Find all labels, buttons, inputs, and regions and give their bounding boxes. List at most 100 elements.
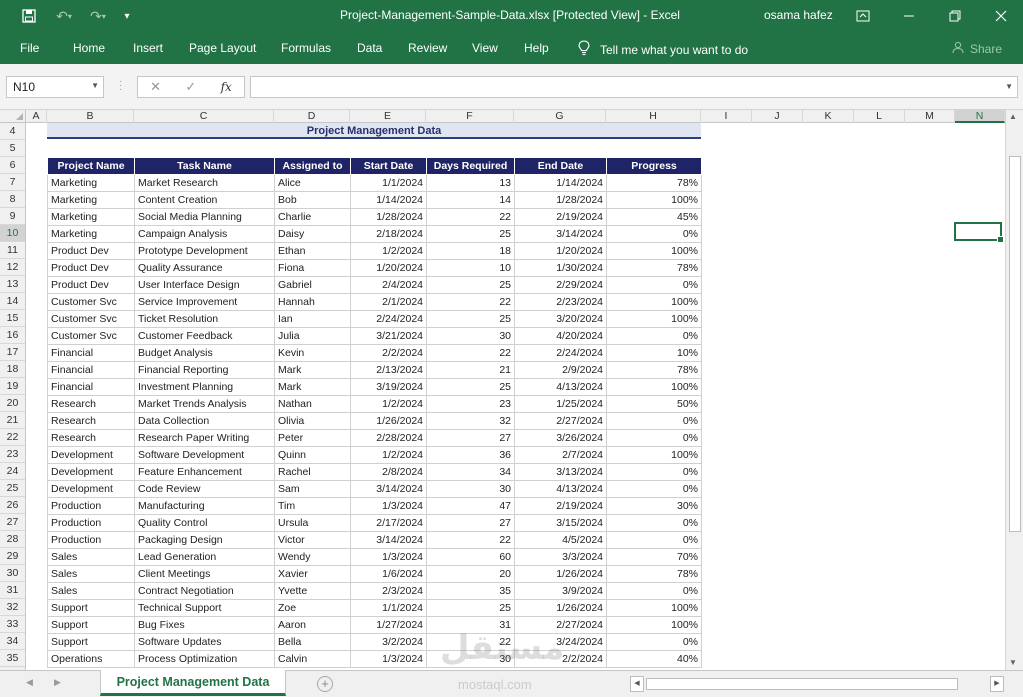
tell-me-box[interactable]: Tell me what you want to do [578,40,748,59]
progress-cell[interactable]: 78% [606,259,702,277]
vertical-scrollbar[interactable]: ▲ ▼ [1005,110,1023,670]
progress-cell[interactable]: 40% [606,650,702,668]
task-name-cell[interactable]: Market Trends Analysis [134,395,275,413]
assigned-to-cell[interactable]: Mark [274,378,351,396]
row-header[interactable]: 27 [0,514,25,531]
start-date-cell[interactable]: 1/3/2024 [350,497,427,515]
enter-icon[interactable]: ✓ [185,79,196,95]
sheet-tab-project-management-data[interactable]: Project Management Data [100,670,286,696]
start-date-cell[interactable]: 1/28/2024 [350,208,427,226]
days-required-cell[interactable]: 34 [426,463,515,481]
row-header[interactable]: 6 [0,157,25,174]
row-header[interactable]: 34 [0,633,25,650]
ribbon-display-options-icon[interactable] [840,0,886,32]
scroll-left-icon[interactable]: ◀ [630,676,644,692]
header-days-required[interactable]: Days Required [426,157,515,175]
task-name-cell[interactable]: Packaging Design [134,531,275,549]
progress-cell[interactable]: 0% [606,633,702,651]
start-date-cell[interactable]: 1/1/2024 [350,599,427,617]
end-date-cell[interactable]: 3/9/2024 [514,582,607,600]
project-name-cell[interactable]: Support [47,599,135,617]
row-header[interactable]: 12 [0,259,25,276]
task-name-cell[interactable]: Quality Assurance [134,259,275,277]
row-header[interactable]: 13 [0,276,25,293]
task-name-cell[interactable]: Financial Reporting [134,361,275,379]
project-name-cell[interactable]: Marketing [47,225,135,243]
days-required-cell[interactable]: 25 [426,599,515,617]
end-date-cell[interactable]: 3/15/2024 [514,514,607,532]
start-date-cell[interactable]: 1/14/2024 [350,191,427,209]
column-header-j[interactable]: J [752,110,803,123]
task-name-cell[interactable]: Content Creation [134,191,275,209]
row-header[interactable]: 33 [0,616,25,633]
project-name-cell[interactable]: Customer Svc [47,293,135,311]
vertical-scroll-thumb[interactable] [1009,156,1021,532]
assigned-to-cell[interactable]: Aaron [274,616,351,634]
row-header[interactable]: 26 [0,497,25,514]
progress-cell[interactable]: 100% [606,242,702,260]
customize-toolbar-icon[interactable]: ▾ [118,0,136,32]
end-date-cell[interactable]: 1/26/2024 [514,599,607,617]
column-header-l[interactable]: L [854,110,905,123]
days-required-cell[interactable]: 47 [426,497,515,515]
column-header-g[interactable]: G [514,110,606,123]
end-date-cell[interactable]: 2/7/2024 [514,446,607,464]
days-required-cell[interactable]: 21 [426,361,515,379]
column-header-i[interactable]: I [701,110,752,123]
tab-formulas[interactable]: Formulas [281,41,331,55]
assigned-to-cell[interactable]: Julia [274,327,351,345]
header-start-date[interactable]: Start Date [350,157,427,175]
tab-view[interactable]: View [472,41,498,55]
days-required-cell[interactable]: 30 [426,480,515,498]
row-header[interactable]: 18 [0,361,25,378]
end-date-cell[interactable]: 3/26/2024 [514,429,607,447]
task-name-cell[interactable]: Feature Enhancement [134,463,275,481]
project-name-cell[interactable]: Development [47,463,135,481]
undo-icon[interactable]: ↶ ▾ [50,0,78,32]
column-header-n[interactable]: N [955,110,1005,123]
assigned-to-cell[interactable]: Fiona [274,259,351,277]
row-header[interactable]: 14 [0,293,25,310]
progress-cell[interactable]: 0% [606,225,702,243]
start-date-cell[interactable]: 3/14/2024 [350,480,427,498]
task-name-cell[interactable]: Lead Generation [134,548,275,566]
next-sheet-icon[interactable]: ▶ [54,677,61,688]
project-name-cell[interactable]: Marketing [47,191,135,209]
days-required-cell[interactable]: 25 [426,378,515,396]
row-header[interactable]: 9 [0,208,25,225]
days-required-cell[interactable]: 22 [426,344,515,362]
insert-function-icon[interactable]: fx [221,80,232,94]
project-name-cell[interactable]: Financial [47,361,135,379]
project-name-cell[interactable]: Support [47,633,135,651]
project-name-cell[interactable]: Production [47,497,135,515]
assigned-to-cell[interactable]: Bella [274,633,351,651]
task-name-cell[interactable]: Contract Negotiation [134,582,275,600]
tab-file[interactable]: File [20,41,39,55]
start-date-cell[interactable]: 2/24/2024 [350,310,427,328]
row-header[interactable]: 20 [0,395,25,412]
redo-icon[interactable]: ↷ ▾ [84,0,112,32]
start-date-cell[interactable]: 1/26/2024 [350,412,427,430]
header-assigned-to[interactable]: Assigned to [274,157,351,175]
end-date-cell[interactable]: 1/30/2024 [514,259,607,277]
progress-cell[interactable]: 100% [606,293,702,311]
row-header[interactable]: 8 [0,191,25,208]
row-header[interactable]: 7 [0,174,25,191]
project-name-cell[interactable]: Sales [47,548,135,566]
assigned-to-cell[interactable]: Ian [274,310,351,328]
project-name-cell[interactable]: Customer Svc [47,327,135,345]
task-name-cell[interactable]: Research Paper Writing [134,429,275,447]
end-date-cell[interactable]: 2/29/2024 [514,276,607,294]
tab-help[interactable]: Help [524,41,549,55]
start-date-cell[interactable]: 1/3/2024 [350,548,427,566]
row-header[interactable]: 31 [0,582,25,599]
row-header[interactable]: 32 [0,599,25,616]
project-name-cell[interactable]: Sales [47,565,135,583]
project-name-cell[interactable]: Product Dev [47,259,135,277]
progress-cell[interactable]: 0% [606,429,702,447]
chevron-down-icon[interactable]: ▼ [91,81,99,90]
progress-cell[interactable]: 0% [606,463,702,481]
row-header[interactable]: 23 [0,446,25,463]
previous-sheet-icon[interactable]: ◀ [26,677,33,688]
worksheet-grid[interactable]: A B C D E F G H I J K L M N 4 5 6 7 8 9 10 11 12… [0,110,1005,670]
